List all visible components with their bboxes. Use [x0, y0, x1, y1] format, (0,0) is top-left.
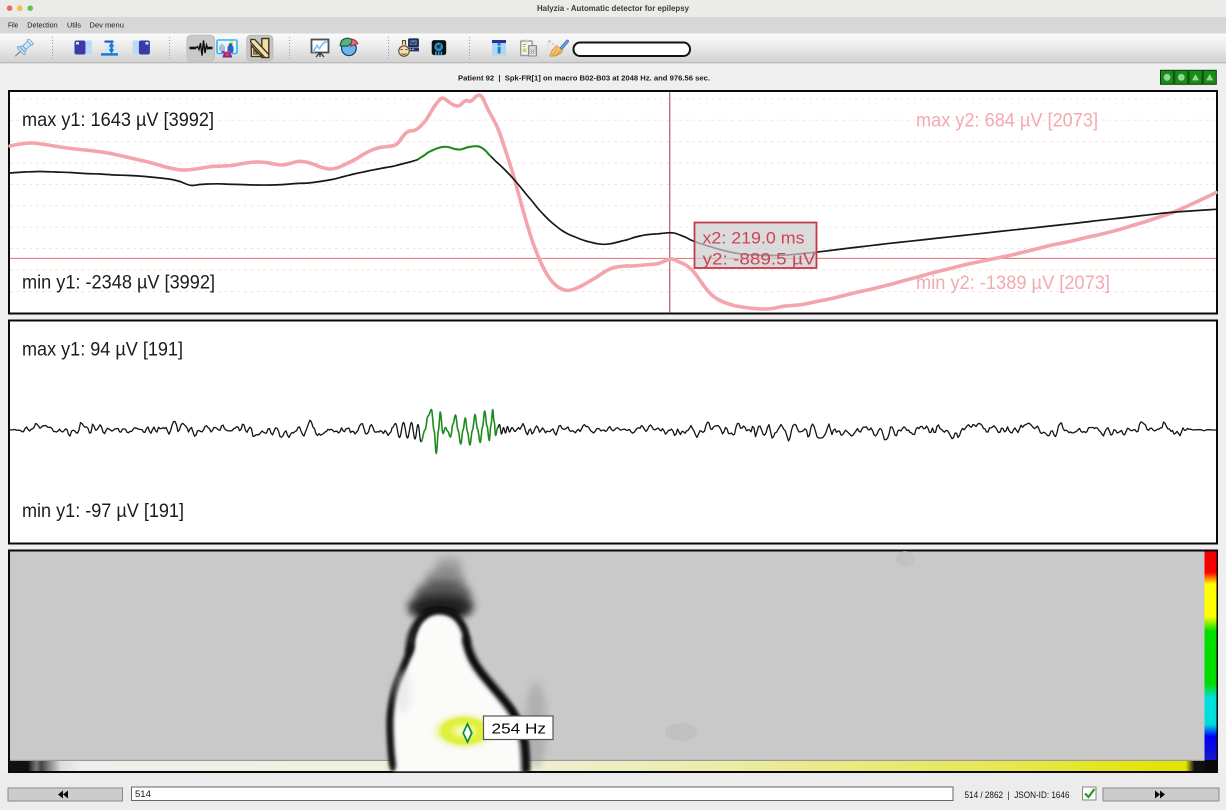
- svg-text:Dev menu: Dev menu: [90, 21, 124, 30]
- svg-text:Detection: Detection: [27, 21, 57, 30]
- svg-text:Halyzia - Automatic detector f: Halyzia - Automatic detector for epileps…: [537, 3, 689, 13]
- svg-text:max y1: 94 µV [191]: max y1: 94 µV [191]: [22, 339, 183, 361]
- svg-text:514: 514: [135, 789, 151, 800]
- svg-text:254 Hz: 254 Hz: [492, 721, 547, 738]
- svg-text:Utils: Utils: [67, 21, 81, 30]
- svg-text:min y1: -97 µV [191]: min y1: -97 µV [191]: [22, 500, 184, 522]
- svg-text:min y2: -1389 µV [2073]: min y2: -1389 µV [2073]: [916, 272, 1110, 294]
- svg-text:File: File: [8, 21, 18, 30]
- svg-text:514 / 2862 | JSON-ID: 1646: 514 / 2862 | JSON-ID: 1646: [965, 790, 1070, 801]
- svg-text:max y2: 684 µV [2073]: max y2: 684 µV [2073]: [916, 110, 1098, 132]
- svg-text:Patient 92 | Spk-FR[1] on ma: Patient 92 | Spk-FR[1] on macro B02-B03 …: [458, 74, 710, 83]
- svg-text:y2: -889.5 µV: y2: -889.5 µV: [703, 250, 817, 269]
- svg-text:min y1: -2348 µV [3992]: min y1: -2348 µV [3992]: [22, 271, 215, 293]
- svg-text:max y1: 1643 µV [3992]: max y1: 1643 µV [3992]: [22, 109, 214, 131]
- svg-text:x2: 219.0 ms: x2: 219.0 ms: [703, 229, 805, 248]
